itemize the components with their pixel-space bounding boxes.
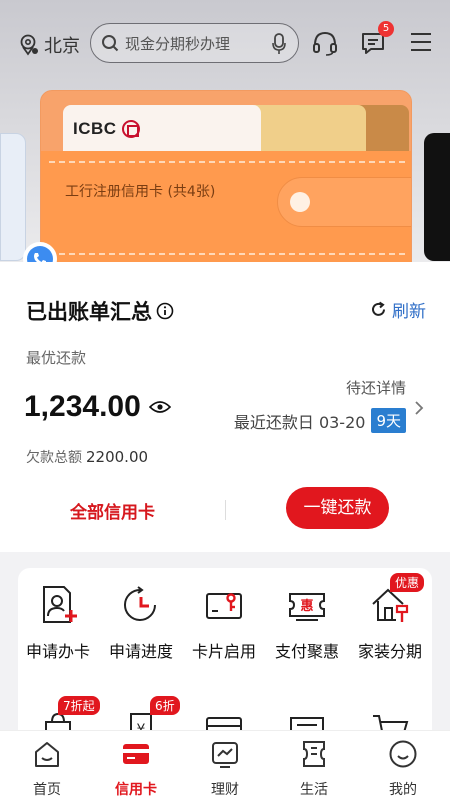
- service-label: 家装分期: [357, 642, 422, 661]
- discount-tag: 7折起: [58, 696, 100, 715]
- search-bar[interactable]: 现金分期秒办理: [90, 23, 299, 63]
- credit-card-icon: [123, 744, 149, 764]
- icbc-emblem-icon: [121, 120, 140, 138]
- chevron-right-icon[interactable]: [414, 400, 424, 416]
- tab-credit-card[interactable]: 信用卡: [101, 739, 171, 799]
- total-debt-value: 2200.00: [86, 448, 149, 466]
- pending-details-link[interactable]: 待还详情: [346, 377, 406, 398]
- service-apply-card[interactable]: 申请办卡: [18, 584, 98, 662]
- wallet-stitch-bottom: [49, 253, 405, 255]
- optimal-repay-label: 最优还款: [26, 349, 87, 367]
- tab-home[interactable]: 首页: [12, 739, 82, 799]
- icbc-logo: ICBC: [73, 119, 140, 139]
- microphone-icon[interactable]: [272, 33, 286, 55]
- service-label: 卡片启用: [191, 642, 256, 661]
- all-cards-link[interactable]: 全部信用卡: [70, 498, 155, 523]
- tab-label: 信用卡: [115, 782, 157, 798]
- city-selector[interactable]: 北京: [18, 32, 80, 58]
- svg-text:惠: 惠: [300, 598, 313, 614]
- card-activate-icon: [206, 593, 242, 619]
- total-debt: 欠款总额 2200.00: [26, 448, 149, 466]
- promo-tag: 优惠: [390, 573, 425, 592]
- prev-banner-card[interactable]: [0, 133, 26, 261]
- tab-label: 首页: [33, 782, 61, 798]
- menu-icon[interactable]: [409, 30, 433, 54]
- eye-icon[interactable]: [148, 400, 171, 414]
- tab-wealth[interactable]: 理财: [190, 739, 260, 799]
- tab-label: 生活: [300, 782, 328, 798]
- discount-tag: 6折: [150, 696, 180, 715]
- wallet-text: 工行注册信用卡 (共4张): [65, 184, 216, 200]
- profile-icon: [389, 740, 417, 768]
- tab-label: 理财: [211, 782, 239, 798]
- service-home-install[interactable]: 家装分期: [350, 584, 430, 662]
- days-badge: 9天: [371, 408, 406, 433]
- bill-amount: 1,234.00: [24, 390, 171, 424]
- service-payment-deals[interactable]: 惠 支付聚惠: [267, 584, 347, 662]
- service-label: 支付聚惠: [274, 642, 339, 661]
- info-icon[interactable]: [156, 302, 174, 320]
- progress-clock-icon: [124, 586, 156, 621]
- header: 北京 现金分期秒办理 5: [0, 21, 450, 66]
- divider: [225, 500, 226, 520]
- service-label: 申请进度: [108, 642, 173, 661]
- ticket-icon: [303, 741, 325, 767]
- apply-card-icon: [43, 586, 77, 623]
- service-card-activate[interactable]: 卡片启用: [184, 584, 264, 662]
- tab-life[interactable]: 生活: [279, 739, 349, 799]
- card-wallet-banner[interactable]: ICBC 工行注册信用卡 (共4张): [40, 90, 412, 265]
- city-label: 北京: [44, 36, 80, 57]
- payment-coupon-icon: 惠: [289, 593, 325, 621]
- service-label: 申请办卡: [25, 642, 90, 661]
- bottom-tab-bar: 首页 信用卡 理财 生活 我的: [0, 730, 450, 800]
- refresh-button[interactable]: 刷新: [370, 297, 426, 322]
- message-badge: 5: [378, 21, 394, 37]
- bill-title: 已出账单汇总: [26, 296, 174, 326]
- bill-summary-panel: 已出账单汇总 刷新 最优还款 1,234.00 待还详情 最近还款日 03-20…: [0, 262, 450, 552]
- home-icon: [35, 742, 59, 767]
- service-apply-progress[interactable]: 申请进度: [101, 584, 181, 662]
- headset-icon[interactable]: [312, 30, 338, 56]
- recent-repay-date: 最近还款日 03-20 9天: [234, 408, 406, 433]
- search-placeholder: 现金分期秒办理: [125, 34, 231, 53]
- search-icon: [102, 35, 119, 52]
- message-button[interactable]: 5: [360, 21, 394, 60]
- tab-mine[interactable]: 我的: [368, 739, 438, 799]
- refresh-icon: [372, 301, 385, 316]
- location-icon: [20, 34, 38, 56]
- tab-label: 我的: [389, 782, 417, 798]
- wallet-stitch-top: [49, 161, 405, 163]
- one-click-repay-button[interactable]: 一键还款: [286, 487, 389, 529]
- wallet-clasp: [277, 177, 411, 227]
- next-banner-card[interactable]: [424, 133, 450, 261]
- clasp-button: [290, 192, 310, 212]
- chart-icon: [212, 742, 238, 768]
